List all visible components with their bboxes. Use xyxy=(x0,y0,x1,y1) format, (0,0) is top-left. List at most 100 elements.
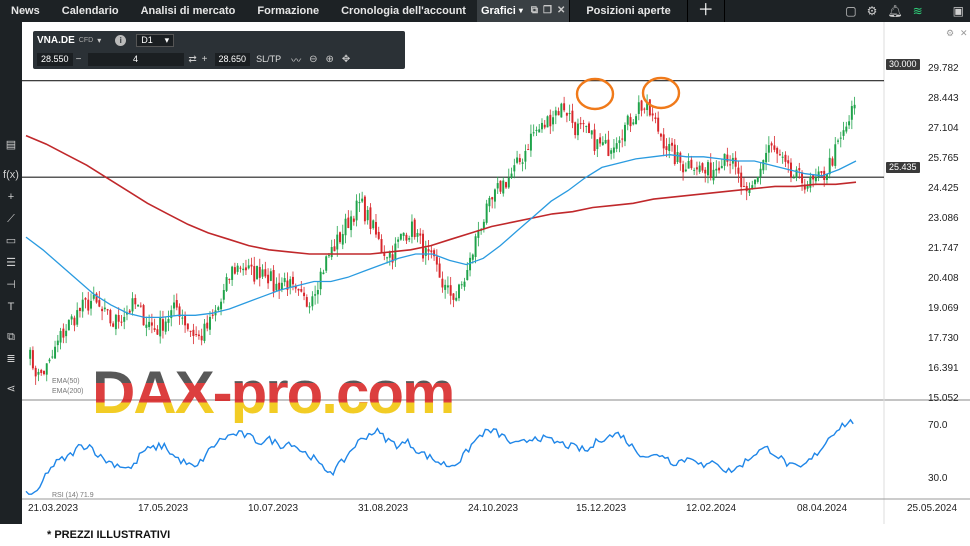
chart-type-icon[interactable]: ▤ xyxy=(0,134,22,156)
candle-body xyxy=(839,137,842,139)
candle-body xyxy=(701,163,704,171)
candle-body xyxy=(707,162,709,176)
candle-body xyxy=(629,117,632,127)
close-icon[interactable]: ✕ xyxy=(557,0,565,22)
candle-body xyxy=(845,126,848,132)
candle-body xyxy=(175,300,178,308)
close-icon[interactable]: ✕ xyxy=(960,28,968,39)
fibonacci-icon[interactable]: ☰ xyxy=(0,252,22,274)
candle-body xyxy=(582,123,585,125)
price-chart[interactable] xyxy=(22,22,970,524)
nav-calendario[interactable]: Calendario xyxy=(51,0,130,22)
function-icon[interactable]: f(x) xyxy=(0,164,22,186)
candle-body xyxy=(427,249,430,252)
candle-body xyxy=(571,110,574,123)
candle-body xyxy=(369,207,372,229)
fullscreen-icon[interactable]: ▣ xyxy=(953,4,964,18)
sltp-button[interactable]: SL/TP xyxy=(256,54,281,64)
candle-body xyxy=(90,300,92,309)
price-tick-label: 25.765 xyxy=(928,153,959,164)
candle-body xyxy=(538,129,541,133)
candle-body xyxy=(762,159,765,171)
candle-body xyxy=(820,171,823,174)
candle-body xyxy=(715,168,718,171)
reverse-icon[interactable]: ⇄ xyxy=(187,54,199,65)
candle-body xyxy=(361,198,364,202)
candle-body xyxy=(363,196,366,222)
candle-body xyxy=(828,157,831,175)
candle-body xyxy=(272,270,275,292)
add-tab-icon[interactable]: ＋ xyxy=(688,0,724,22)
candle-body xyxy=(471,254,474,260)
pitchfork-icon[interactable]: ⊣ xyxy=(0,274,22,296)
timeframe-select[interactable]: D1 ▾ xyxy=(136,34,175,47)
candle-body xyxy=(496,183,499,189)
candle-body xyxy=(161,319,164,331)
candle-body xyxy=(112,323,115,327)
candle-body xyxy=(372,220,375,229)
templates-icon[interactable]: ⧉ xyxy=(0,326,22,348)
popout-icon[interactable]: ⧉ xyxy=(531,0,538,22)
candle-body xyxy=(84,298,87,300)
candle-body xyxy=(446,285,449,288)
sell-price[interactable]: 28.550 xyxy=(37,52,73,66)
zoom-in-icon[interactable]: ⊕ xyxy=(325,54,333,65)
signal-icon[interactable]: ⚙ xyxy=(867,4,878,18)
resistance-label[interactable]: 30.000 xyxy=(886,59,920,70)
share-icon[interactable]: ⋖ xyxy=(0,378,22,400)
price-tick-label: 27.104 xyxy=(928,123,959,134)
candle-body xyxy=(521,162,524,164)
restore-icon[interactable]: ❐ xyxy=(543,0,552,22)
candle-body xyxy=(45,363,48,375)
text-icon[interactable]: T xyxy=(0,296,22,318)
info-icon[interactable]: i xyxy=(115,35,127,46)
bell-icon[interactable]: 🔔︎ xyxy=(887,4,902,18)
candle-body xyxy=(493,189,496,202)
support-label[interactable]: 25.435 xyxy=(886,162,920,173)
quantity-input[interactable]: 4 xyxy=(87,52,184,66)
symbol-dropdown-icon[interactable]: ▾ xyxy=(97,36,101,45)
candle-body xyxy=(778,154,781,156)
move-icon[interactable]: ✥ xyxy=(342,54,350,65)
dropdown-caret-icon[interactable]: ▾ xyxy=(519,0,523,22)
candle-body xyxy=(784,154,787,162)
crosshair-icon[interactable]: + xyxy=(0,186,22,208)
nav-cronologia[interactable]: Cronologia dell'account xyxy=(330,0,477,22)
candle-body xyxy=(70,316,73,320)
date-tick-label: 24.10.2023 xyxy=(468,503,519,514)
chart-area[interactable]: VNA.DE CFD ▾ i D1 ▾ 28.550 − 4 ⇄ + 28.65… xyxy=(22,22,970,524)
candle-body xyxy=(568,113,571,115)
candle-body xyxy=(239,267,242,269)
candle-body xyxy=(654,117,657,119)
candle-body xyxy=(377,231,380,239)
layout-icon[interactable]: ▢ xyxy=(845,4,856,18)
candle-body xyxy=(499,180,502,192)
nav-formazione[interactable]: Formazione xyxy=(246,0,330,22)
zoom-out-icon[interactable]: ⊖ xyxy=(309,54,317,65)
ema-fast-line xyxy=(25,154,857,319)
candle-body xyxy=(460,284,463,286)
minus-icon[interactable]: − xyxy=(73,54,85,65)
price-tick-label: 28.443 xyxy=(928,93,959,104)
tab-posizioni-aperte[interactable]: Posizioni aperte xyxy=(570,0,686,22)
price-tick-label: 15.052 xyxy=(928,393,959,404)
layers-icon[interactable]: ≣ xyxy=(0,348,22,370)
candle-body xyxy=(200,335,203,341)
tab-grafici[interactable]: Grafici ▾ ⧉ ❐ ✕ xyxy=(476,0,570,22)
candle-body xyxy=(339,232,341,243)
settings-icon[interactable]: ⚙ xyxy=(946,28,954,39)
nav-news[interactable]: News xyxy=(0,0,51,22)
candle-body xyxy=(261,269,264,277)
rsi-line xyxy=(25,418,854,495)
symbol-name[interactable]: VNA.DE xyxy=(37,35,75,46)
candle-body xyxy=(510,173,513,178)
candle-body xyxy=(244,267,247,271)
trendline-icon[interactable]: ⟋ xyxy=(0,208,22,230)
buy-price[interactable]: 28.650 xyxy=(214,52,251,66)
plus-icon[interactable]: + xyxy=(199,54,211,65)
indicator-icon[interactable]: 〰 xyxy=(291,52,301,67)
rectangle-icon[interactable]: ▭ xyxy=(0,230,22,252)
nav-analisi[interactable]: Analisi di mercato xyxy=(130,0,247,22)
candle-body xyxy=(256,265,258,279)
candle-body xyxy=(477,231,480,238)
